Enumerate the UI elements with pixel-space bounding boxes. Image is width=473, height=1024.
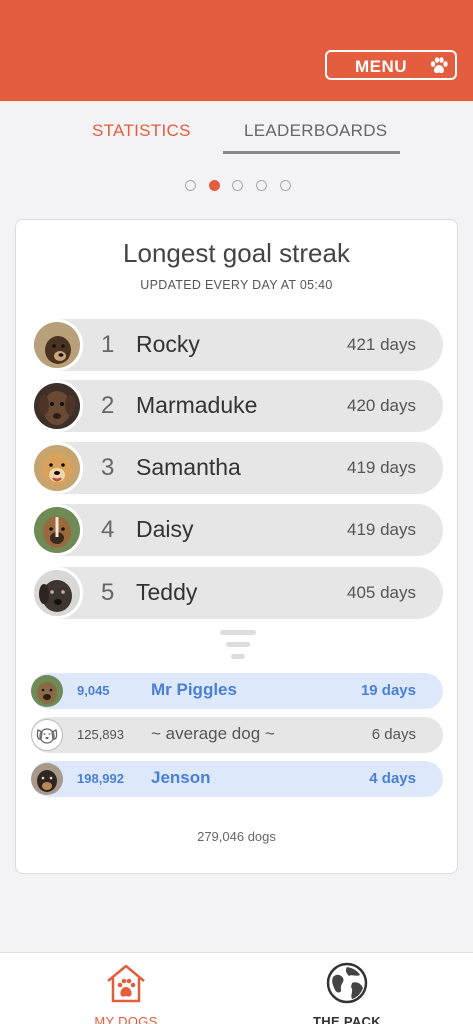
leader-value: 421 days — [347, 335, 416, 354]
page-dot[interactable] — [185, 180, 196, 191]
leader-row[interactable]: 2 Marmaduke 420 days — [31, 380, 443, 432]
leader-row[interactable]: 3 Samantha 419 days — [31, 442, 443, 494]
leader-value: 405 days — [347, 583, 416, 602]
nav-the-pack-label: THE PACK — [313, 1014, 381, 1024]
leader-rank: 2 — [101, 392, 115, 419]
dog-avatar — [31, 567, 83, 619]
dog-avatar — [31, 442, 83, 494]
my-dog-position: 198,992 — [77, 771, 124, 786]
my-dog-value: 4 days — [369, 770, 416, 787]
bottom-navigation: MY DOGS THE PACK — [0, 952, 473, 1024]
page-dot[interactable] — [232, 180, 243, 191]
globe-icon — [326, 962, 368, 1004]
my-dog-row[interactable]: 9,045 Mr Piggles 19 days — [31, 673, 443, 709]
tab-leaderboards[interactable]: LEADERBOARDS — [244, 121, 387, 141]
header-bar: MENU — [0, 0, 473, 101]
nav-the-pack[interactable]: THE PACK — [287, 961, 407, 1024]
leader-rank: 5 — [101, 579, 115, 606]
tab-bar: STATISTICS LEADERBOARDS — [0, 101, 473, 161]
card-title: Longest goal streak — [123, 238, 350, 268]
leader-name: Daisy — [136, 516, 194, 542]
leader-value: 419 days — [347, 458, 416, 477]
nav-my-dogs-label: MY DOGS — [94, 1014, 158, 1024]
dog-avatar — [31, 319, 83, 371]
leader-row[interactable]: 5 Teddy 405 days — [31, 567, 443, 619]
leader-row[interactable]: 4 Daisy 419 days — [31, 504, 443, 556]
leader-name: Teddy — [136, 579, 198, 605]
menu-label: MENU — [355, 57, 408, 76]
page-indicator — [0, 180, 473, 194]
my-dog-position: 9,045 — [77, 683, 110, 698]
collapse-icon[interactable] — [220, 628, 256, 664]
my-dog-name: Mr Piggles — [151, 680, 237, 699]
leader-value: 419 days — [347, 520, 416, 539]
dog-avatar — [31, 675, 63, 707]
leader-row[interactable]: 1 Rocky 421 days — [31, 319, 443, 371]
average-dog-row: 125,893 ~ average dog ~ 6 days — [31, 717, 443, 753]
average-dog-name: ~ average dog ~ — [151, 724, 275, 743]
leader-value: 420 days — [347, 396, 416, 415]
dog-house-icon — [107, 964, 145, 1003]
leader-rank: 3 — [101, 454, 115, 481]
page-dot[interactable] — [280, 180, 291, 191]
my-dog-name: Jenson — [151, 768, 211, 787]
my-dog-row[interactable]: 198,992 Jenson 4 days — [31, 761, 443, 797]
my-dog-value: 19 days — [360, 682, 416, 699]
dog-avatar — [31, 763, 63, 795]
leader-rank: 1 — [101, 331, 115, 358]
nav-my-dogs[interactable]: MY DOGS — [66, 961, 186, 1024]
leader-name: Rocky — [136, 331, 200, 357]
leader-rank: 4 — [101, 516, 115, 543]
page-dot[interactable] — [256, 180, 267, 191]
tab-statistics[interactable]: STATISTICS — [92, 121, 191, 141]
tab-underline — [223, 151, 400, 154]
dog-avatar — [31, 504, 83, 556]
menu-button[interactable]: MENU — [325, 50, 457, 80]
dog-avatar — [31, 380, 83, 432]
average-dog-position: 125,893 — [77, 727, 124, 742]
page-dot-active[interactable] — [209, 180, 220, 191]
total-dogs-count: 279,046 dogs — [197, 829, 276, 844]
leader-name: Samantha — [136, 454, 241, 480]
leaderboard-card: Longest goal streak UPDATED EVERY DAY AT… — [15, 219, 458, 874]
average-dog-icon — [31, 719, 63, 751]
average-dog-value: 6 days — [371, 726, 416, 743]
paw-icon — [430, 57, 448, 74]
leader-name: Marmaduke — [136, 392, 258, 418]
card-subtitle: UPDATED EVERY DAY AT 05:40 — [140, 278, 333, 292]
